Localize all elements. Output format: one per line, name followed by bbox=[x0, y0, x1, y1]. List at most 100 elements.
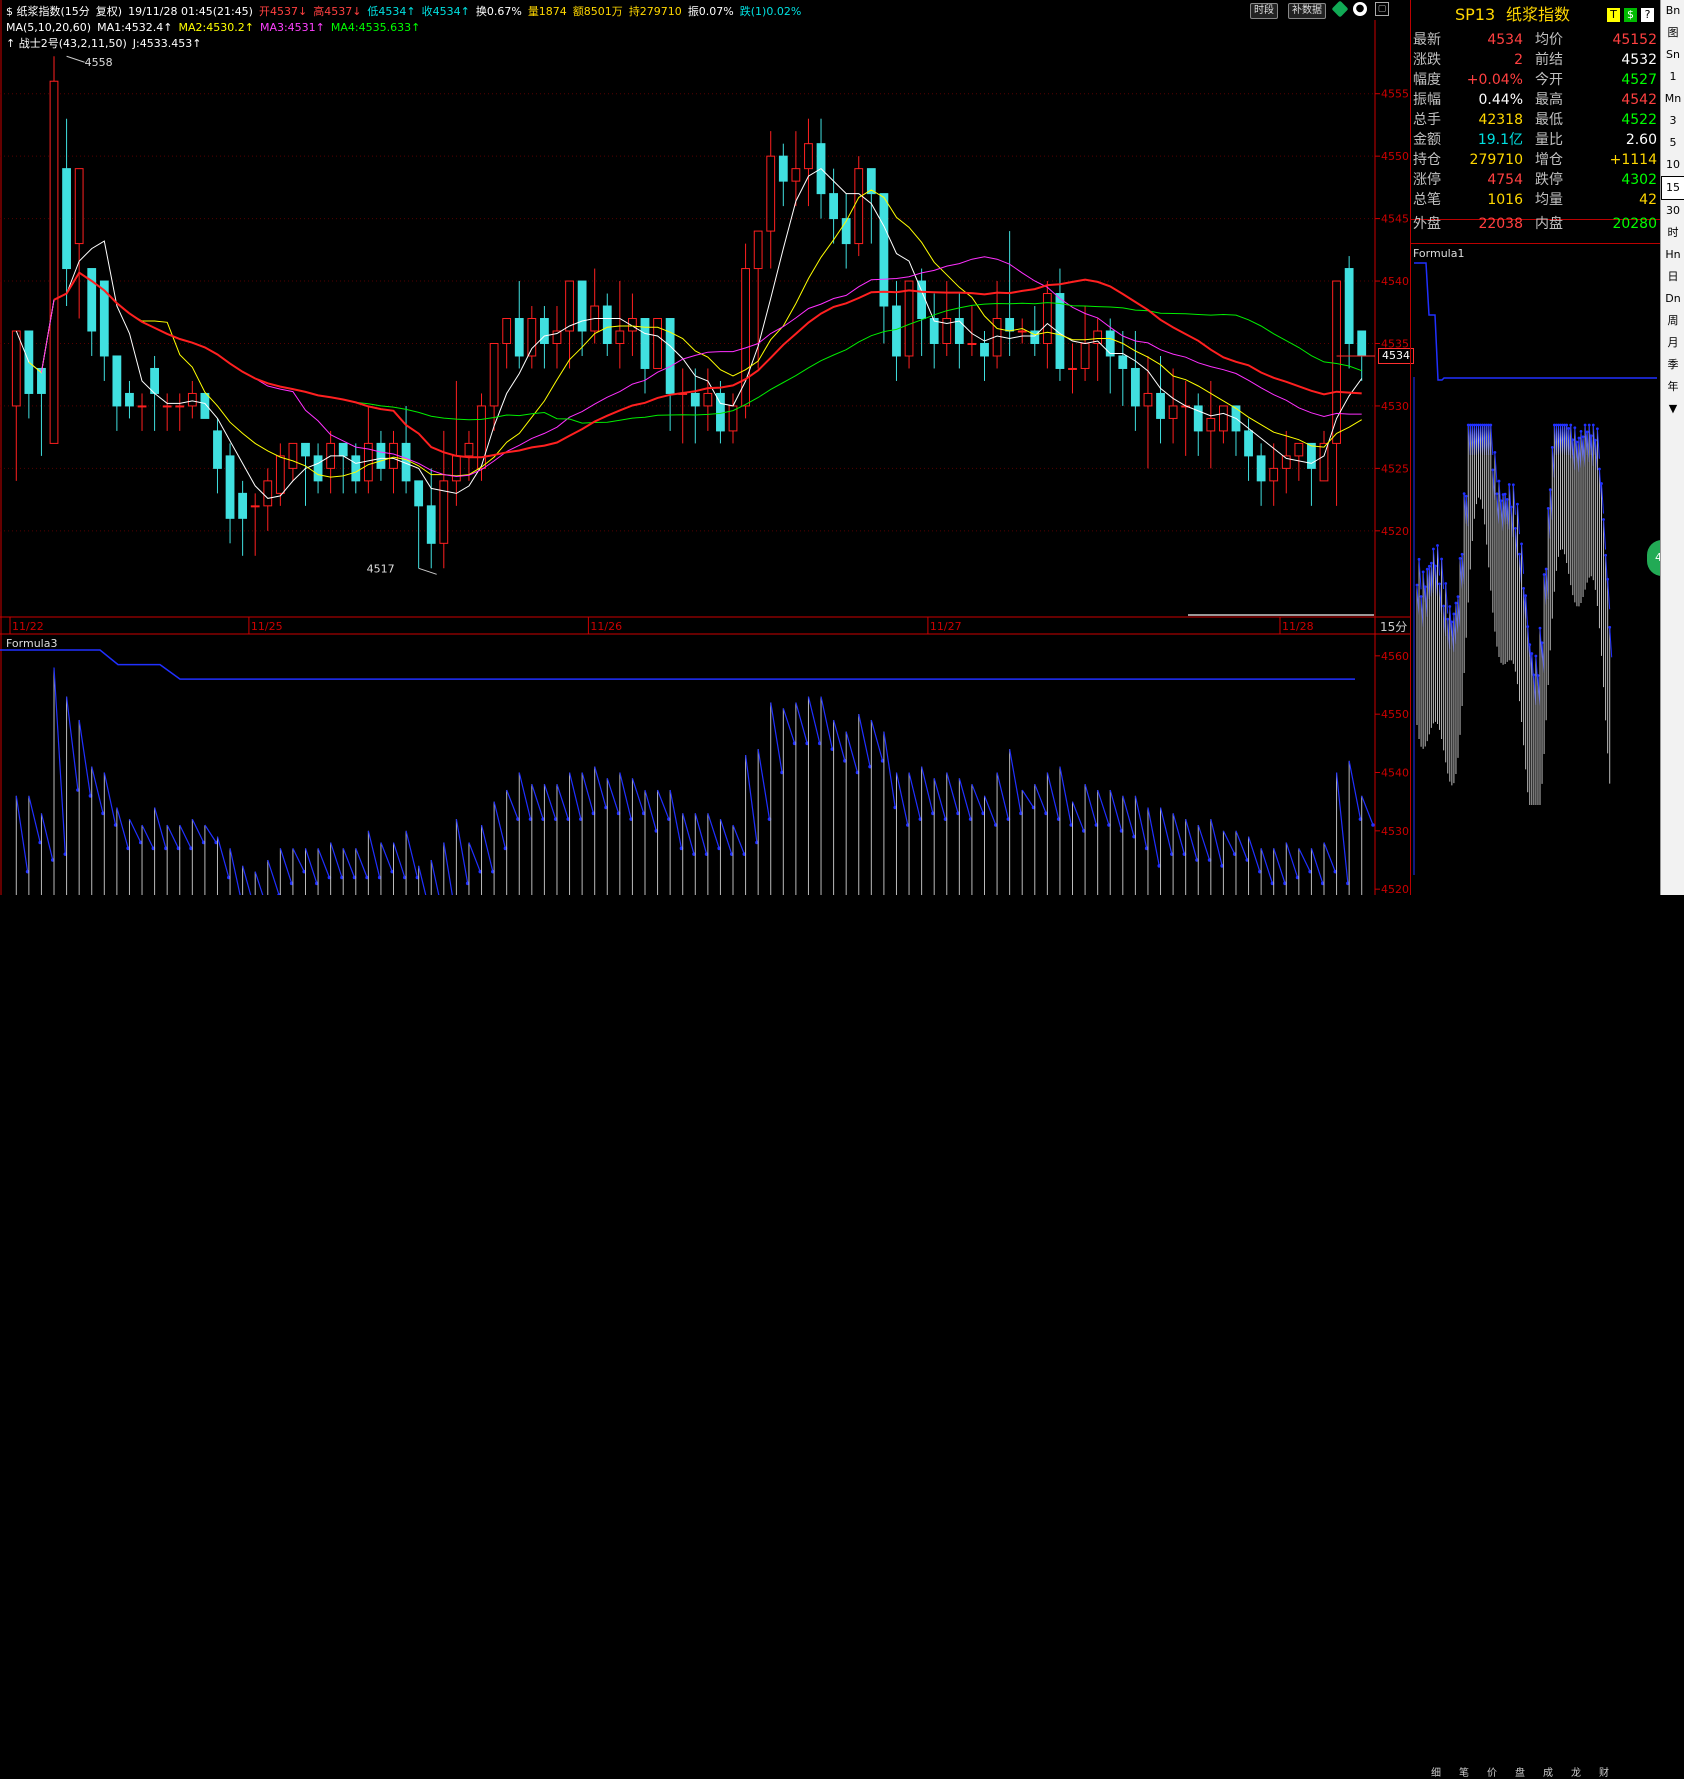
formula3-stick bbox=[1285, 842, 1299, 878]
period-item[interactable]: Sn bbox=[1661, 44, 1684, 66]
quote-label: 涨跌 bbox=[1413, 52, 1441, 68]
annotation-label: 4558 bbox=[85, 56, 113, 69]
candle-body bbox=[1080, 342, 1090, 369]
candle-body bbox=[288, 442, 298, 469]
period-item[interactable]: 周 bbox=[1661, 310, 1684, 332]
sub-y-tick-label: 4540 bbox=[1381, 767, 1409, 780]
quote-label: 涨停 bbox=[1413, 172, 1441, 188]
formula3-stick bbox=[103, 772, 117, 826]
period-item[interactable]: 年 bbox=[1661, 376, 1684, 398]
quote-value: +1114 bbox=[1609, 152, 1657, 168]
instrument-name: 纸浆指数 bbox=[1506, 5, 1571, 24]
ma-field-item: MA4:4535.633↑ bbox=[330, 21, 421, 34]
help-badge-icon[interactable]: ? bbox=[1641, 8, 1654, 22]
candle-body bbox=[502, 318, 512, 344]
formula3-stick bbox=[242, 865, 252, 895]
detail-tab[interactable]: 笔 bbox=[1459, 1768, 1469, 1779]
quote-field-item: 低4534↑ bbox=[367, 5, 416, 18]
formula3-stick bbox=[619, 772, 632, 820]
formula3-stick bbox=[1046, 772, 1060, 820]
kline-chart-area[interactable]: 4520 4525 4530 4535 4540 4545 4550 4555 11/22 11/… bbox=[0, 0, 1414, 895]
formula3-stick bbox=[1361, 795, 1374, 826]
formula3-stick bbox=[1172, 813, 1185, 855]
period-item[interactable]: 时 bbox=[1661, 222, 1684, 244]
period-item[interactable]: 30 bbox=[1661, 200, 1684, 222]
detail-tab[interactable]: 价 bbox=[1487, 1768, 1497, 1779]
outer-inner-row: 外盘 22038 内盘 20280 bbox=[1413, 214, 1659, 234]
period-item[interactable]: Dn bbox=[1661, 288, 1684, 310]
period-button[interactable]: 时段 bbox=[1250, 3, 1278, 19]
formula3-stick bbox=[418, 865, 427, 895]
candle-body bbox=[11, 330, 21, 407]
formula3-stick bbox=[141, 824, 154, 849]
detail-tab[interactable]: 成 bbox=[1543, 1768, 1553, 1779]
formula3-stick bbox=[179, 824, 192, 849]
period-item[interactable]: 3 bbox=[1661, 110, 1684, 132]
detail-tab[interactable]: 财 bbox=[1599, 1768, 1609, 1779]
price-chart[interactable]: 4520452545304535454045454550455511/22 11/… bbox=[0, 0, 1410, 895]
period-item[interactable]: 日 bbox=[1661, 266, 1684, 288]
quote-field-item: 额8501万 bbox=[572, 5, 623, 18]
formula3-stick bbox=[1273, 848, 1286, 884]
candle-body bbox=[1105, 330, 1115, 357]
formula3-stick bbox=[1084, 784, 1097, 826]
quote-row: 涨停 4754 跌停 4302 bbox=[1413, 170, 1659, 190]
period-item[interactable]: 10 bbox=[1661, 154, 1684, 176]
formula3-stick bbox=[1097, 789, 1110, 826]
candle-body bbox=[464, 442, 474, 457]
candle-body bbox=[1256, 455, 1266, 482]
candle-body bbox=[74, 168, 84, 245]
detail-tab[interactable]: 龙 bbox=[1571, 1768, 1581, 1779]
period-item[interactable]: 图 bbox=[1661, 22, 1684, 44]
formula3-stick bbox=[1147, 807, 1160, 866]
detail-tab[interactable]: 细 bbox=[1431, 1768, 1441, 1779]
period-item[interactable]: 季 bbox=[1661, 354, 1684, 376]
candle-body bbox=[703, 392, 713, 407]
formula3-stick bbox=[820, 696, 833, 750]
fill-data-button[interactable]: 补数据 bbox=[1288, 3, 1326, 19]
period-item[interactable]: 月 bbox=[1661, 332, 1684, 354]
formula3-stick bbox=[744, 754, 758, 843]
quote-value: 42 bbox=[1639, 192, 1657, 208]
formula3-stick bbox=[682, 813, 695, 855]
t-badge-icon[interactable]: T bbox=[1607, 8, 1620, 22]
period-item[interactable]: 1 bbox=[1661, 66, 1684, 88]
formula3-stick bbox=[292, 848, 305, 872]
candle-body bbox=[250, 505, 260, 508]
period-item[interactable]: Hn bbox=[1661, 244, 1684, 266]
formula3-stick bbox=[719, 818, 733, 855]
dollar-badge-icon[interactable]: $ bbox=[1624, 8, 1637, 22]
candle-body bbox=[275, 455, 285, 494]
period-item[interactable]: Bn bbox=[1661, 0, 1684, 22]
candle-body bbox=[1344, 268, 1354, 344]
period-item[interactable]: 15 bbox=[1661, 176, 1684, 200]
candle-body bbox=[640, 318, 650, 369]
ma-field-item: MA2:4530.2↑ bbox=[178, 21, 254, 34]
quote-value: 4534 bbox=[1487, 32, 1523, 48]
detail-tabs[interactable]: 细笔价盘成龙财 bbox=[1411, 884, 1661, 1779]
x-tick-label: 11/26 bbox=[590, 620, 622, 633]
formula3-stick bbox=[28, 795, 41, 843]
candle-body bbox=[577, 280, 587, 332]
formula3-stick bbox=[631, 778, 645, 814]
formula3-stick bbox=[669, 789, 683, 849]
detail-tab[interactable]: 盘 bbox=[1515, 1768, 1525, 1779]
period-toolbar[interactable]: Bn 图 Sn 1 Mn 3 5 10 15 30 时 Hn 日 Dn 周月季年 ▼ bbox=[1660, 0, 1684, 895]
quote-value: 0.44% bbox=[1478, 92, 1523, 108]
quote-value: 4532 bbox=[1621, 52, 1657, 68]
period-item[interactable]: 5 bbox=[1661, 132, 1684, 154]
candle-body bbox=[653, 318, 662, 369]
quote-row: 涨跌 2 前结 4532 bbox=[1413, 50, 1659, 70]
formula3-stick bbox=[1034, 783, 1047, 814]
period-item[interactable]: Mn bbox=[1661, 88, 1684, 110]
formula3-stick bbox=[317, 848, 330, 878]
restore-window-icon[interactable]: ▢ bbox=[1375, 2, 1389, 16]
formula1-mini-chart[interactable] bbox=[1412, 245, 1660, 885]
formula3-stick bbox=[1021, 789, 1035, 808]
formula3-stick bbox=[405, 830, 418, 878]
quote-value: 4302 bbox=[1621, 172, 1657, 188]
period-item[interactable]: ▼ bbox=[1661, 398, 1684, 420]
quote-label: 总笔 bbox=[1413, 192, 1441, 208]
quote-label: 幅度 bbox=[1413, 72, 1441, 88]
status-icon[interactable]: ● bbox=[1353, 2, 1367, 16]
